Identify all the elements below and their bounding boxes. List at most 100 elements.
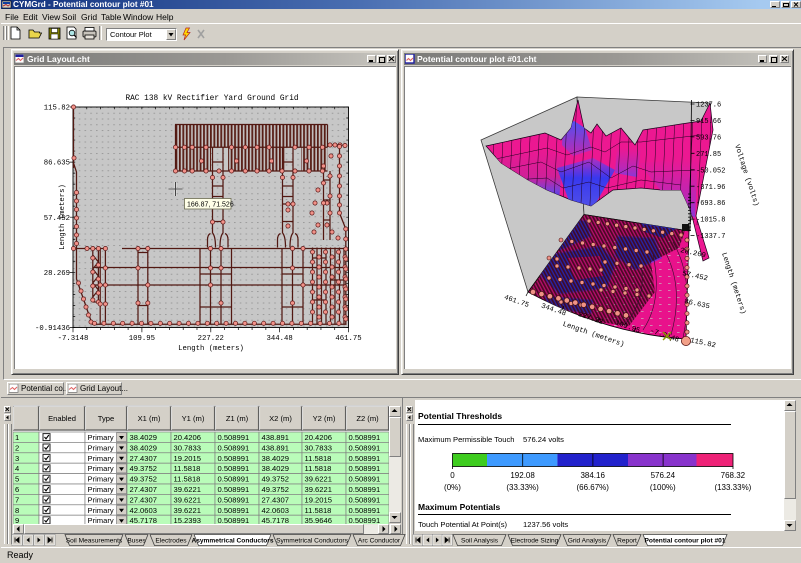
svg-text:0.508991: 0.508991 <box>349 475 381 484</box>
svg-text:Grid Analysis: Grid Analysis <box>568 538 607 545</box>
svg-text:38.4029: 38.4029 <box>130 443 157 452</box>
svg-text:(100%): (100%) <box>650 483 676 492</box>
svg-text:Report: Report <box>617 538 637 545</box>
svg-text:27.4307: 27.4307 <box>130 485 157 494</box>
svg-text:Primary: Primary <box>88 454 114 463</box>
svg-text:Primary: Primary <box>88 443 114 452</box>
svg-text:11.5818: 11.5818 <box>305 454 332 463</box>
svg-text:438.891: 438.891 <box>262 433 289 442</box>
svg-text:27.4307: 27.4307 <box>262 495 289 504</box>
svg-text:Type: Type <box>98 414 114 423</box>
svg-text:7: 7 <box>15 495 19 504</box>
svg-text:384.16: 384.16 <box>580 471 605 480</box>
svg-text:Y1 (m): Y1 (m) <box>182 414 205 423</box>
svg-text:Electrode Sizing: Electrode Sizing <box>511 538 559 545</box>
svg-text:-0.91436: -0.91436 <box>35 325 70 333</box>
svg-text:344.48: 344.48 <box>266 335 292 343</box>
svg-text:30.7833: 30.7833 <box>305 443 332 452</box>
svg-text:30.7833: 30.7833 <box>174 443 201 452</box>
svg-text:0.508991: 0.508991 <box>349 495 381 504</box>
svg-text:39.6221: 39.6221 <box>305 485 332 494</box>
svg-text:593.76: 593.76 <box>696 134 721 142</box>
svg-text:Potential contour plot #01: Potential contour plot #01 <box>645 538 726 545</box>
svg-text:38.4029: 38.4029 <box>262 464 289 473</box>
svg-text:(133.33%): (133.33%) <box>714 483 751 492</box>
svg-text:8: 8 <box>15 506 19 515</box>
svg-text:(0%): (0%) <box>444 483 461 492</box>
svg-text:28.269: 28.269 <box>44 270 70 278</box>
svg-text:(33.33%): (33.33%) <box>506 483 539 492</box>
svg-text:42.0603: 42.0603 <box>262 506 289 515</box>
svg-text:0.508991: 0.508991 <box>349 506 381 515</box>
svg-text:RAC 138 kV Rectifier Yard Grou: RAC 138 kV Rectifier Yard Ground Grid <box>125 95 298 103</box>
svg-text:-371.96: -371.96 <box>696 184 725 192</box>
svg-text:39.6221: 39.6221 <box>174 485 201 494</box>
svg-text:38.4029: 38.4029 <box>262 454 289 463</box>
svg-text:39.6221: 39.6221 <box>174 506 201 515</box>
svg-text:1: 1 <box>15 433 19 442</box>
svg-text:39.6221: 39.6221 <box>174 495 201 504</box>
svg-text:0.508991: 0.508991 <box>218 464 250 473</box>
svg-text:Z1 (m): Z1 (m) <box>226 414 249 423</box>
svg-text:X2 (m): X2 (m) <box>269 414 292 423</box>
svg-text:5: 5 <box>15 475 19 484</box>
svg-text:0.508991: 0.508991 <box>349 464 381 473</box>
svg-text:(66.67%): (66.67%) <box>576 483 609 492</box>
svg-text:Primary: Primary <box>88 495 114 504</box>
svg-text:0.508991: 0.508991 <box>218 433 250 442</box>
svg-text:768.32: 768.32 <box>721 471 746 480</box>
svg-text:Primary: Primary <box>88 506 114 515</box>
svg-text:-7.3148: -7.3148 <box>58 335 89 343</box>
svg-text:192.08: 192.08 <box>510 471 535 480</box>
svg-text:0.508991: 0.508991 <box>218 475 250 484</box>
svg-text:11.5818: 11.5818 <box>305 464 332 473</box>
svg-text:49.3752: 49.3752 <box>130 464 157 473</box>
svg-text:0.508991: 0.508991 <box>218 454 250 463</box>
svg-text:576.24: 576.24 <box>651 471 676 480</box>
svg-text:-1015.8: -1015.8 <box>696 217 725 225</box>
svg-text:0.508991: 0.508991 <box>218 485 250 494</box>
svg-text:Soil Analysis: Soil Analysis <box>461 538 499 545</box>
svg-text:271.85: 271.85 <box>696 151 721 159</box>
svg-text:39.6221: 39.6221 <box>305 475 332 484</box>
svg-text:Length (meters): Length (meters) <box>59 184 67 250</box>
svg-text:0.508991: 0.508991 <box>218 443 250 452</box>
svg-text:27.4307: 27.4307 <box>130 454 157 463</box>
svg-text:3: 3 <box>15 454 19 463</box>
svg-text:2: 2 <box>15 443 19 452</box>
svg-text:-1337.7: -1337.7 <box>696 233 725 241</box>
svg-text:6: 6 <box>15 485 19 494</box>
svg-text:461.75: 461.75 <box>335 335 361 343</box>
svg-text:0.508991: 0.508991 <box>349 485 381 494</box>
svg-text:X1 (m): X1 (m) <box>138 414 161 423</box>
svg-text:1237.6: 1237.6 <box>696 102 721 110</box>
svg-text:Z2 (m): Z2 (m) <box>356 414 379 423</box>
svg-text:42.0603: 42.0603 <box>130 506 157 515</box>
svg-text:20.4206: 20.4206 <box>305 433 332 442</box>
svg-text:0.508991: 0.508991 <box>218 506 250 515</box>
svg-text:38.4029: 38.4029 <box>130 433 157 442</box>
svg-text:49.3752: 49.3752 <box>262 475 289 484</box>
svg-text:438.891: 438.891 <box>262 443 289 452</box>
svg-text:86.635: 86.635 <box>44 160 70 168</box>
svg-text:19.2015: 19.2015 <box>305 495 332 504</box>
svg-text:-693.86: -693.86 <box>696 200 725 208</box>
svg-text:11.5818: 11.5818 <box>174 475 201 484</box>
svg-text:4: 4 <box>15 464 19 473</box>
svg-text:166.87, 71.526: 166.87, 71.526 <box>187 202 234 209</box>
svg-text:0.508991: 0.508991 <box>349 433 381 442</box>
svg-text:11.5818: 11.5818 <box>174 464 201 473</box>
svg-text:915.66: 915.66 <box>696 118 721 126</box>
svg-text:Primary: Primary <box>88 485 114 494</box>
svg-text:27.4307: 27.4307 <box>130 495 157 504</box>
svg-text:11.5818: 11.5818 <box>305 506 332 515</box>
svg-text:Primary: Primary <box>88 433 114 442</box>
svg-text:0: 0 <box>450 471 455 480</box>
svg-text:0.508991: 0.508991 <box>218 495 250 504</box>
svg-text:49.3752: 49.3752 <box>262 485 289 494</box>
svg-text:Enabled: Enabled <box>48 414 76 423</box>
svg-text:0.508991: 0.508991 <box>349 443 381 452</box>
svg-text:-50.052: -50.052 <box>696 167 725 175</box>
svg-text:Primary: Primary <box>88 464 114 473</box>
svg-text:0.508991: 0.508991 <box>349 454 381 463</box>
